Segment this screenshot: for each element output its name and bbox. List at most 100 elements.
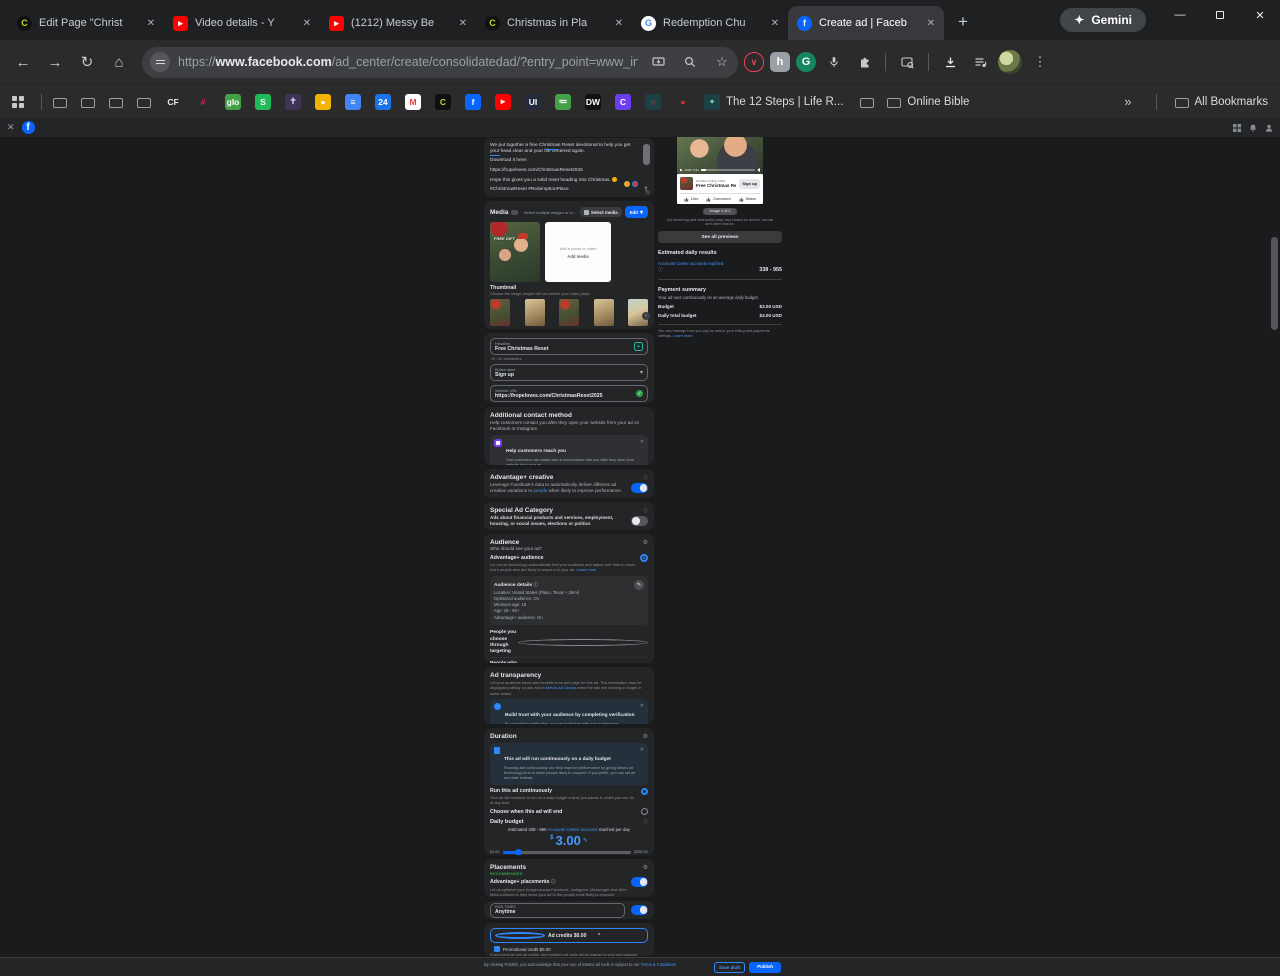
bookmark-item[interactable]: ✝ [285, 94, 301, 110]
publish-button[interactable]: Publish [749, 962, 781, 973]
bookmark-item[interactable]: DW [585, 94, 601, 110]
slider-knob[interactable] [515, 849, 522, 855]
people-link[interactable]: people [533, 488, 547, 493]
browser-tab[interactable]: ▸ (1212) Messy Be ✕ [320, 6, 476, 40]
bookmark-item[interactable] [53, 96, 67, 108]
post-action-button[interactable]: Comment [706, 197, 731, 202]
bookmark-item[interactable]: ≡ [345, 94, 361, 110]
budget-amount[interactable]: $ 3.00 ✎ [490, 834, 648, 847]
close-button[interactable]: ✕ [1240, 0, 1280, 30]
close-icon[interactable]: ✕ [640, 439, 644, 445]
install-icon[interactable] [646, 50, 670, 74]
run-times-field[interactable]: RUN TIMESAnytime [490, 903, 625, 918]
bookmark-item[interactable] [109, 96, 123, 108]
thumbs-up-emoji-icon[interactable] [624, 181, 630, 187]
regenerate-icon[interactable]: ↻ [645, 189, 650, 196]
browser-tab[interactable]: G Redemption Chu ✕ [632, 6, 788, 40]
save-draft-button[interactable]: Save draft [714, 962, 745, 973]
grid-icon[interactable] [1233, 124, 1241, 132]
video-thumbnail[interactable]: FREE GIFT [490, 222, 540, 282]
add-media-button[interactable]: Add media [567, 254, 588, 259]
bookmark-item[interactable]: C [435, 94, 451, 110]
tab-close-icon[interactable]: ✕ [927, 18, 935, 29]
radio-selected-icon[interactable] [641, 788, 648, 795]
composer-scrollbar[interactable]: ▼ [643, 144, 650, 184]
close-icon[interactable]: ✕ [7, 122, 15, 133]
minimize-button[interactable]: — [1160, 0, 1200, 30]
terms-link[interactable]: Terms & Conditions [641, 962, 677, 967]
bookmark-item[interactable] [137, 96, 151, 108]
h-extension-icon[interactable]: h [770, 52, 790, 72]
learn-more-link[interactable]: Learn more [673, 334, 692, 338]
ad-credits-option[interactable]: Ad credits $0.00 ⌃ [490, 928, 648, 943]
bookmark-item[interactable]: ▸ [495, 94, 511, 110]
mic-icon[interactable] [822, 50, 846, 74]
address-bar[interactable]: https://www.facebook.com/ad_center/creat… [142, 47, 738, 78]
home-button[interactable]: ⌂ [106, 49, 132, 75]
browser-tab[interactable]: f Create ad | Faceb ✕ [788, 6, 944, 40]
learn-more-link[interactable]: Learn more [576, 567, 596, 572]
maximize-button[interactable] [1200, 0, 1240, 30]
radio-icon[interactable] [641, 808, 648, 815]
bookmark-item[interactable]: C [615, 94, 631, 110]
gear-icon[interactable]: ⚙ [643, 733, 648, 740]
chevron-up-icon[interactable]: ⌃ [597, 933, 643, 939]
site-settings-icon[interactable] [150, 52, 170, 72]
bookmark-item[interactable]: UI [525, 94, 541, 110]
bookmark-item[interactable]: 24 [375, 94, 391, 110]
add-media-placeholder[interactable]: Add a photo or video Add media [545, 222, 611, 282]
bookmark-item[interactable]: ≔ [555, 94, 571, 110]
extensions-puzzle-icon[interactable] [852, 50, 876, 74]
forward-button[interactable]: → [42, 49, 68, 75]
clock-emoji-icon[interactable] [632, 181, 638, 187]
browser-tab[interactable]: ▸ Video details - Y ✕ [164, 6, 320, 40]
profile-avatar[interactable] [998, 50, 1022, 74]
info-icon[interactable]: ⓘ [644, 819, 649, 825]
info-icon[interactable]: ⓘ [644, 508, 649, 514]
accounts-center-link[interactable]: Accounts Center accounts [548, 827, 598, 832]
bookmark-item-online-bible[interactable]: Online Bible [887, 96, 969, 108]
thumbnail-option[interactable] [594, 299, 614, 326]
bookmark-item[interactable]: # [195, 94, 211, 110]
user-icon[interactable] [1265, 124, 1273, 132]
bookmark-item[interactable]: glo [225, 94, 241, 110]
selected-radio-icon[interactable] [640, 554, 648, 562]
select-media-button[interactable]: Select media [580, 207, 622, 217]
promo-credit-row[interactable]: Promotional credit $0.00 [490, 943, 648, 953]
bell-icon[interactable] [1249, 124, 1257, 132]
tab-close-icon[interactable]: ✕ [303, 18, 311, 29]
next-thumbnails-icon[interactable]: › [642, 312, 650, 320]
info-icon[interactable]: ⓘ [644, 475, 649, 481]
bookmark-item[interactable]: ∩ [645, 94, 661, 110]
tab-close-icon[interactable]: ✕ [147, 18, 155, 29]
page-scrollbar-thumb[interactable] [1271, 237, 1278, 330]
apps-grid-icon[interactable] [12, 96, 24, 108]
edit-pencil-icon[interactable]: ✎ [634, 580, 644, 590]
sign-up-button[interactable]: Sign up [739, 179, 760, 189]
gear-icon[interactable]: ⚙ [643, 864, 648, 871]
audience-option-row[interactable]: People who follow your profile [490, 658, 648, 663]
edit-media-button[interactable]: Edit▾ [625, 206, 648, 218]
bookmark-item[interactable]: f [465, 94, 481, 110]
bookmark-item-12-steps[interactable]: ✦ The 12 Steps | Life R... [704, 94, 843, 110]
browser-tab[interactable]: C Edit Page "Christ ✕ [8, 6, 164, 40]
ad-library-link[interactable]: Meta's Ad Library [546, 685, 576, 690]
video-controls[interactable]: ▶ 0:00 / 0:31 [680, 168, 760, 172]
bookmark-item[interactable] [81, 96, 95, 108]
tab-close-icon[interactable]: ✕ [459, 18, 467, 29]
gear-icon[interactable]: ⚙ [643, 539, 648, 546]
special-category-toggle[interactable] [631, 516, 648, 526]
bookmark-item-folder[interactable] [860, 96, 874, 108]
bookmark-item[interactable]: ● [675, 94, 691, 110]
bookmark-star-icon[interactable]: ☆ [710, 50, 734, 74]
bookmark-item[interactable]: S [255, 94, 271, 110]
reach-metric-label[interactable]: Accounts Center accounts reached ⓘ [658, 261, 728, 272]
playlist-icon[interactable] [968, 50, 992, 74]
website-url-field[interactable]: Website URLhttps://hopeloves.com/Christm… [490, 385, 648, 402]
gemini-button[interactable]: ✦ Gemini [1060, 8, 1146, 32]
browser-tab[interactable]: C Christmas in Pla ✕ [476, 6, 632, 40]
close-icon[interactable]: ✕ [640, 747, 644, 753]
advantage-creative-toggle[interactable] [631, 483, 648, 493]
browser-menu-icon[interactable]: ⋮ [1028, 50, 1052, 74]
play-icon[interactable]: ▶ [680, 168, 683, 172]
